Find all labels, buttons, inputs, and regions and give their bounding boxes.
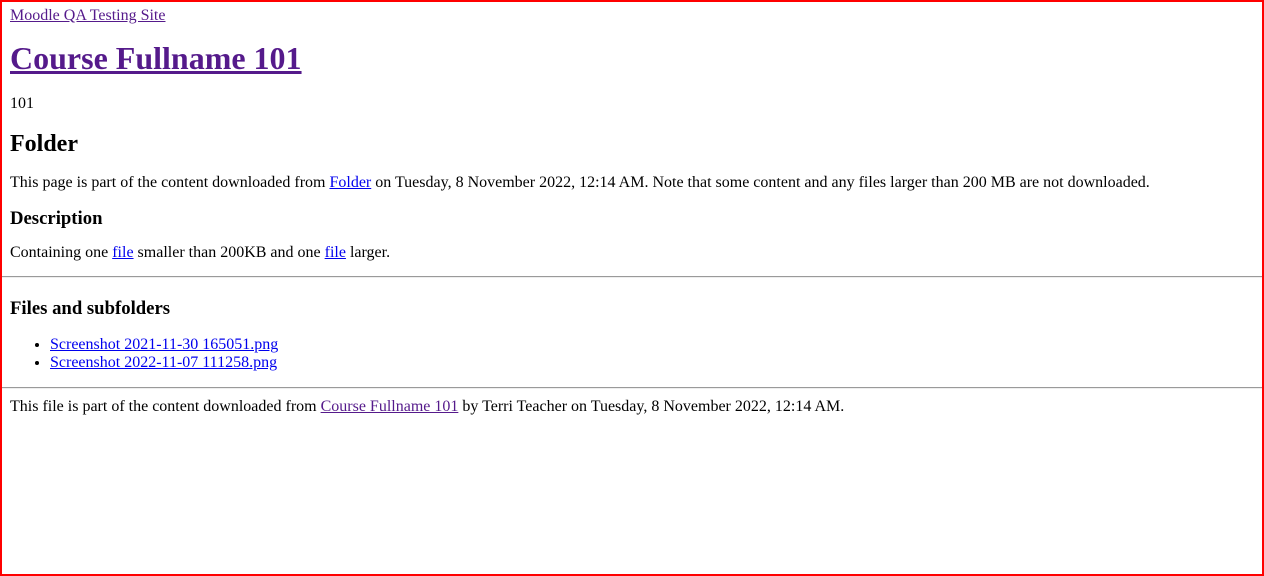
activity-heading: Folder: [10, 131, 78, 157]
footer-suffix: by Terri Teacher on Tuesday, 8 November …: [458, 398, 845, 415]
folder-link[interactable]: Folder: [329, 174, 371, 191]
course-title-link[interactable]: Course Fullname 101: [10, 40, 302, 76]
description-heading: Description: [10, 208, 103, 229]
file-list: Screenshot 2021-11-30 165051.png Screens…: [10, 336, 1262, 372]
file-link-2[interactable]: Screenshot 2022-11-07 111258.png: [50, 354, 277, 371]
list-item: Screenshot 2022-11-07 111258.png: [50, 354, 1262, 372]
course-title: Course Fullname 101: [10, 40, 1262, 77]
notice-prefix: This page is part of the content downloa…: [10, 174, 330, 191]
course-shortname: 101: [10, 95, 34, 112]
large-file-link[interactable]: file: [325, 244, 346, 261]
description-part3: larger.: [345, 244, 391, 261]
small-file-link[interactable]: file: [112, 244, 133, 261]
list-item: Screenshot 2021-11-30 165051.png: [50, 336, 1262, 354]
footer-prefix: This file is part of the content downloa…: [10, 398, 321, 415]
divider: [2, 276, 1262, 278]
description-part2: smaller than 200KB and one: [133, 244, 325, 261]
notice-suffix: on Tuesday, 8 November 2022, 12:14 AM. N…: [371, 174, 1150, 191]
footer-course-link[interactable]: Course Fullname 101: [321, 398, 459, 415]
footer-notice: This file is part of the content downloa…: [10, 398, 1262, 416]
description-text: Containing one file smaller than 200KB a…: [10, 244, 1262, 262]
description-part1: Containing one: [10, 244, 113, 261]
file-link-1[interactable]: Screenshot 2021-11-30 165051.png: [50, 336, 278, 353]
site-home-link[interactable]: Moodle QA Testing Site: [10, 7, 165, 25]
files-heading: Files and subfolders: [10, 298, 171, 319]
download-notice: This page is part of the content downloa…: [10, 174, 1262, 192]
footer-divider: [2, 387, 1262, 389]
page: Moodle QA Testing Site Course Fullname 1…: [2, 2, 1262, 416]
